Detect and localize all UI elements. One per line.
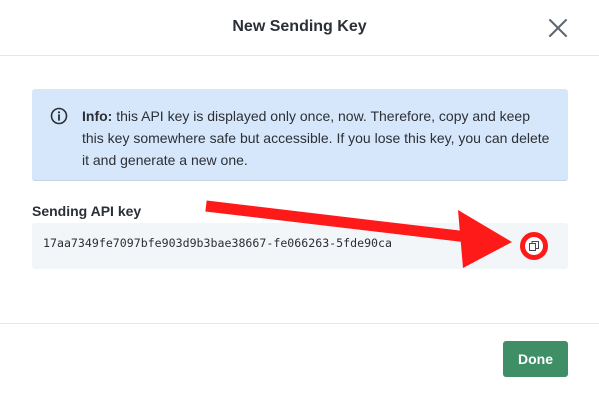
dialog-title: New Sending Key [232,18,367,35]
copy-key-button[interactable] [520,232,548,260]
copy-icon [529,241,539,251]
api-key-value[interactable]: 17aa7349fe7097bfe903d9b3bae38667-fe06626… [43,236,392,250]
info-icon [50,107,68,125]
done-button[interactable]: Done [503,341,568,377]
api-key-label: Sending API key [32,203,142,219]
info-alert: Info: this API key is displayed only onc… [32,89,568,181]
info-message: Info: this API key is displayed only onc… [82,105,552,171]
dialog-footer: Done [0,323,599,393]
info-body: this API key is displayed only once, now… [82,108,550,168]
new-sending-key-dialog: New Sending Key Info: this API key is di… [0,0,599,393]
info-label: Info: [82,108,113,124]
close-button[interactable] [546,16,570,40]
close-icon [549,19,567,37]
api-key-field: 17aa7349fe7097bfe903d9b3bae38667-fe06626… [32,223,568,269]
dialog-header: New Sending Key [0,0,599,56]
